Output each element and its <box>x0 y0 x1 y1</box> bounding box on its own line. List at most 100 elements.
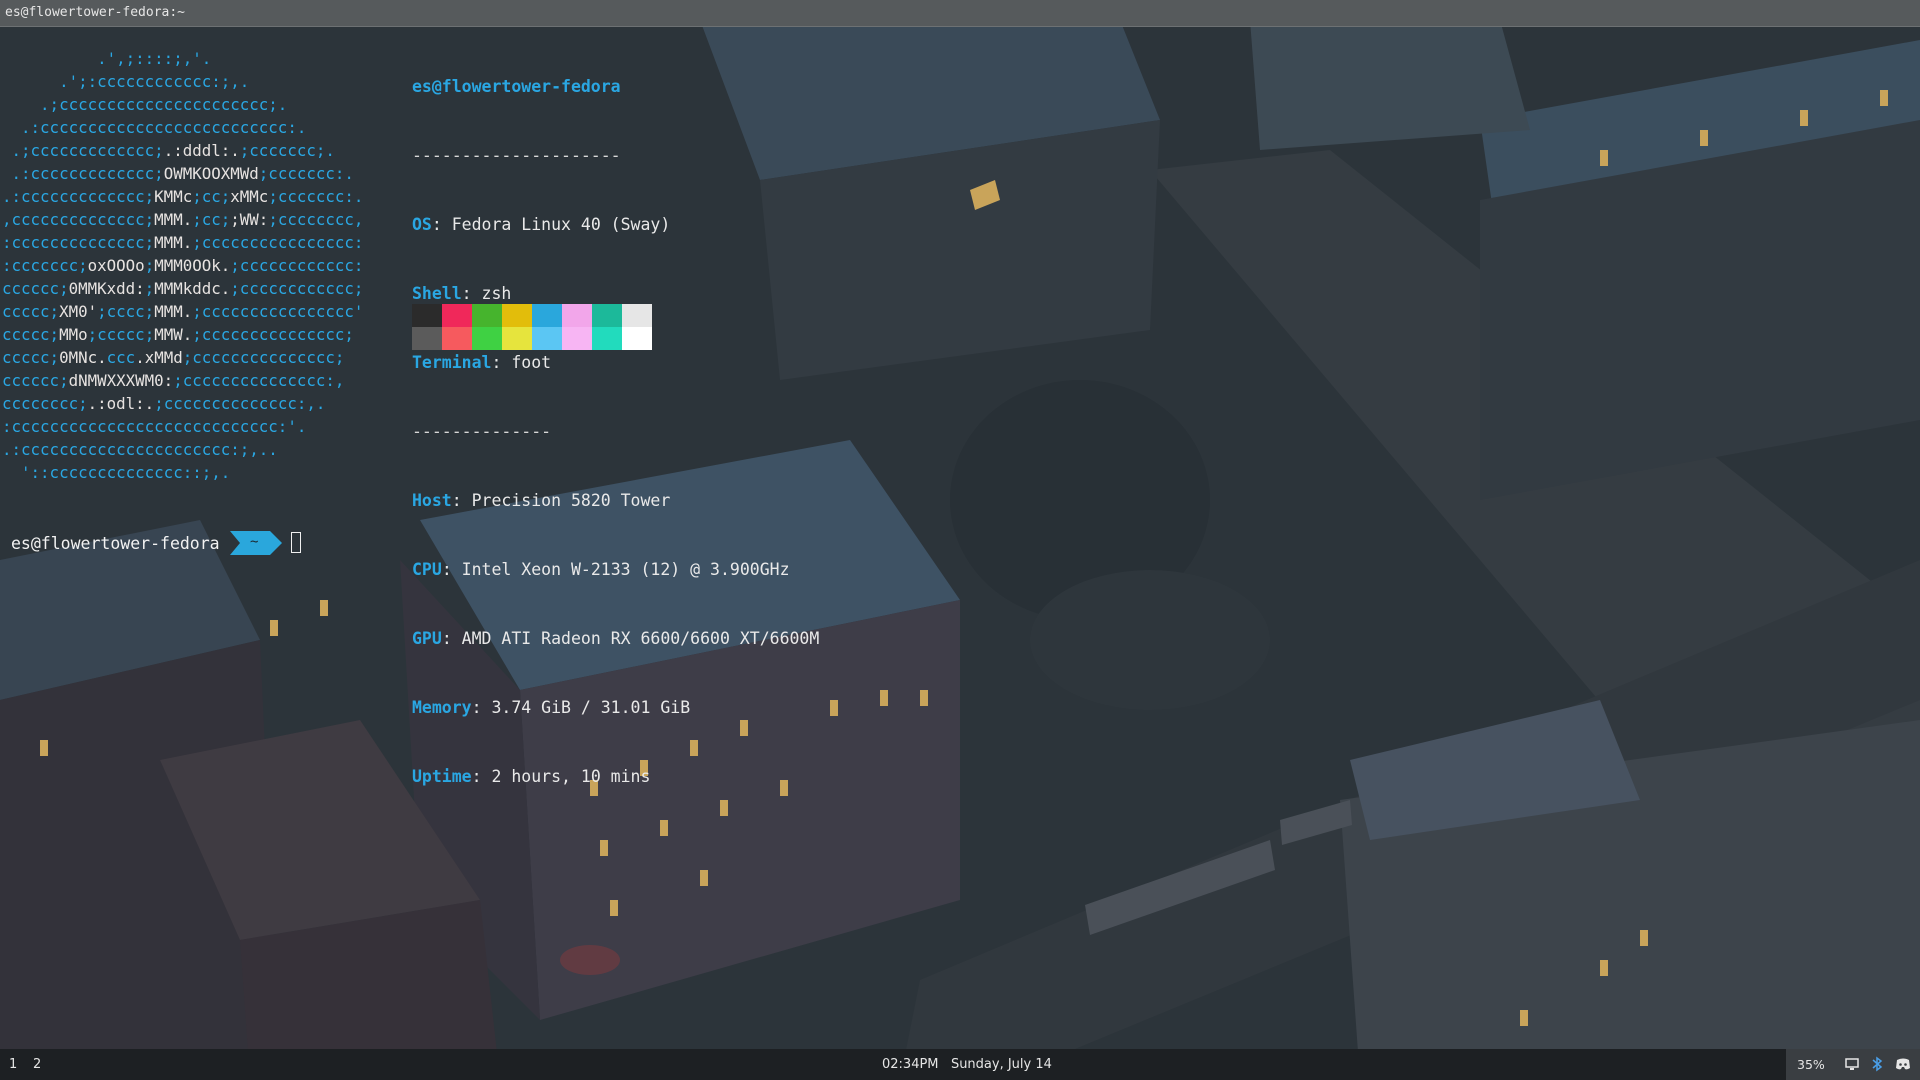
logo-segment: ccccc; <box>2 325 60 344</box>
prompt-directory: ~ <box>250 534 259 550</box>
logo-segment: ;ccccccccccccccc:, <box>173 371 345 390</box>
logo-segment: ;cccccccccccccc:,. <box>154 394 326 413</box>
logo-segment: ; <box>144 256 155 275</box>
logo-segment: MMM. <box>154 210 193 229</box>
workspace-1[interactable]: 1 <box>9 1057 17 1072</box>
prompt-directory-segment: ~ <box>230 531 282 555</box>
logo-segment: XM0' <box>59 302 98 321</box>
logo-line: .:cccccccccccccccccccccccccc:. <box>2 116 363 139</box>
system-info: es@flowertower-fedora ------------------… <box>412 29 819 834</box>
info-label: Shell <box>412 284 462 303</box>
info-value: : Fedora Linux 40 (Sway) <box>431 215 671 234</box>
logo-segment: cccccccc; <box>2 394 88 413</box>
info-label: Terminal <box>412 353 492 372</box>
shell-prompt[interactable]: es@flowertower-fedora ~ <box>0 531 320 557</box>
logo-segment: ccccc; <box>2 348 60 367</box>
info-cpu: CPU: Intel Xeon W-2133 (12) @ 3.900GHz <box>412 558 819 581</box>
color-swatch <box>562 304 592 327</box>
info-value: : Precision 5820 Tower <box>451 491 671 510</box>
info-label: Host <box>412 491 452 510</box>
clock: 02:34PM Sunday, July 14 <box>882 1057 1052 1072</box>
color-swatch <box>622 304 652 327</box>
logo-segment: .:cccccccccccccccccccccccccc:. <box>2 118 307 137</box>
logo-segment: ;ccccc; <box>87 325 155 344</box>
color-swatch <box>532 327 562 350</box>
logo-segment: .xMMd <box>135 348 183 367</box>
color-swatch <box>472 327 502 350</box>
logo-segment: :cccccccccccccccccccccccccccc:'. <box>2 417 307 436</box>
info-terminal: Terminal: foot <box>412 351 819 374</box>
logo-segment: xMMc <box>230 187 269 206</box>
info-label: GPU <box>412 629 442 648</box>
logo-segment: ;ccccccc;. <box>239 141 335 160</box>
logo-segment: ;WW: <box>230 210 269 229</box>
logo-segment: '::cccccccccccccc::;,. <box>2 463 231 482</box>
logo-segment: dNMWXXXWM0: <box>68 371 174 390</box>
color-swatch <box>412 304 442 327</box>
color-swatch <box>532 304 562 327</box>
display-icon[interactable] <box>1844 1056 1860 1076</box>
workspace-2[interactable]: 2 <box>33 1057 41 1072</box>
window-title: es@flowertower-fedora:~ <box>5 5 186 20</box>
logo-segment: MMMkddc. <box>154 279 231 298</box>
logo-segment: .';:cccccccccccc:;,. <box>2 72 250 91</box>
logo-segment: cccccc; <box>2 279 69 298</box>
window-title-bar[interactable]: es@flowertower-fedora:~ <box>0 0 1920 27</box>
color-swatch <box>562 327 592 350</box>
logo-segment: ;ccccccccccccccc; <box>182 348 345 367</box>
logo-segment: ;cccccccc, <box>268 210 364 229</box>
discord-icon[interactable] <box>1894 1056 1912 1076</box>
info-label: OS <box>412 215 432 234</box>
logo-segment: MMW. <box>154 325 193 344</box>
logo-segment: .',;::::;,'. <box>2 49 212 68</box>
color-swatch <box>442 304 472 327</box>
logo-line: .';:cccccccccccc:;,. <box>2 70 363 93</box>
logo-segment: 0MMKxdd: <box>68 279 145 298</box>
logo-line: .;ccccccccccccc;.:dddl:.;ccccccc;. <box>2 139 363 162</box>
color-swatch <box>472 304 502 327</box>
logo-line: ccccc;0MNc.ccc.xMMd;ccccccccccccccc; <box>2 346 363 369</box>
color-swatch <box>502 327 532 350</box>
logo-line: :cccccccccccccc;MMM.;cccccccccccccccc: <box>2 231 363 254</box>
logo-line: cccccc;dNMWXXXWM0:;ccccccccccccccc:, <box>2 369 363 392</box>
logo-segment: OWMKOOXMWd <box>163 164 259 183</box>
prompt-user-host: es@flowertower-fedora <box>11 534 220 553</box>
color-swatch <box>412 327 442 350</box>
info-value: : zsh <box>461 284 512 303</box>
logo-line: cccccccc;.:odl:.;cccccccccccccc:,. <box>2 392 363 415</box>
logo-line: ccccc;XM0';cccc;MMM.;cccccccccccccccc' <box>2 300 363 323</box>
logo-line: .',;::::;,'. <box>2 47 363 70</box>
logo-segment: ;ccccccc:. <box>258 164 354 183</box>
info-separator: --------------------- <box>412 146 621 165</box>
color-swatch <box>592 327 622 350</box>
logo-segment: ,cccccccccccccc; <box>2 210 155 229</box>
logo-segment: .:odl:. <box>87 394 155 413</box>
logo-segment: :cccccccccccccc; <box>2 233 155 252</box>
info-value: : 3.74 GiB / 31.01 GiB <box>471 698 691 717</box>
logo-segment: .;cccccccccccccccccccccc;. <box>2 95 288 114</box>
logo-segment: ; <box>144 279 155 298</box>
logo-segment: ccc <box>106 348 136 367</box>
logo-segment: ;ccccccc:. <box>268 187 364 206</box>
status-bar: 1 2 02:34PM Sunday, July 14 35% <box>0 1049 1920 1080</box>
logo-segment: MMM. <box>154 302 193 321</box>
info-shell: Shell: zsh <box>412 282 819 305</box>
info-gpu: GPU: AMD ATI Radeon RX 6600/6600 XT/6600… <box>412 627 819 650</box>
logo-segment: .;ccccccccccccc; <box>2 141 164 160</box>
logo-segment: MMM. <box>154 233 193 252</box>
logo-segment: .:ccccccccccccc; <box>2 187 155 206</box>
logo-segment: ;cc; <box>192 187 231 206</box>
color-palette <box>412 304 652 350</box>
logo-line: .:cccccccccccccccccccccc:;,.. <box>2 438 363 461</box>
logo-line: '::cccccccccccccc::;,. <box>2 461 363 484</box>
terminal-window[interactable]: .',;::::;,'. .';:cccccccccccc:;,. .;cccc… <box>0 27 1920 1049</box>
logo-segment: ;cc; <box>192 210 231 229</box>
logo-line: .;cccccccccccccccccccccc;. <box>2 93 363 116</box>
bluetooth-icon[interactable] <box>1870 1056 1884 1076</box>
text-cursor[interactable] <box>291 532 301 553</box>
info-value: : Intel Xeon W-2133 (12) @ 3.900GHz <box>441 560 790 579</box>
info-separator: -------------- <box>412 422 552 441</box>
logo-segment: ;cccccccccccc; <box>230 279 364 298</box>
logo-line: :ccccccc;oxOOOo;MMM0OOk.;cccccccccccc: <box>2 254 363 277</box>
color-swatch <box>592 304 622 327</box>
